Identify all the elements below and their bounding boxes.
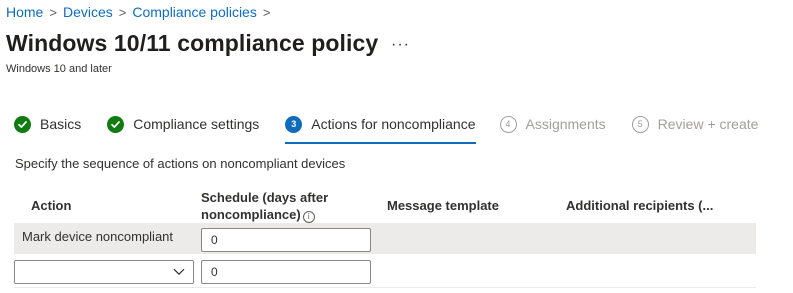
column-header-action: Action — [31, 198, 72, 213]
chevron-right-icon: > — [118, 4, 127, 20]
breadcrumb-devices-link[interactable]: Devices — [63, 4, 113, 20]
page-title: Windows 10/11 compliance policy — [6, 30, 379, 56]
chevron-down-icon — [173, 268, 185, 276]
checkmark-icon — [14, 115, 31, 133]
wizard-steps: Basics Compliance settings 3 Actions for… — [14, 112, 759, 144]
step-assignments[interactable]: 4 Assignments — [499, 112, 606, 136]
step-label: Actions for noncompliance — [311, 116, 476, 132]
breadcrumb: Home > Devices > Compliance policies > — [6, 3, 276, 21]
more-options-button[interactable]: ··· — [391, 36, 410, 54]
step-number-badge: 3 — [285, 115, 303, 133]
section-description: Specify the sequence of actions on nonco… — [15, 156, 346, 171]
step-review-create[interactable]: 5 Review + create — [631, 112, 759, 136]
step-compliance-settings[interactable]: Compliance settings — [107, 112, 259, 136]
action-cell: Mark device noncompliant — [22, 229, 174, 244]
info-icon[interactable]: i — [302, 210, 315, 223]
step-actions-for-noncompliance[interactable]: 3 Actions for noncompliance — [285, 112, 476, 144]
schedule-days-input[interactable] — [201, 260, 371, 284]
chevron-right-icon: > — [262, 4, 271, 20]
column-header-schedule: Schedule (days after noncompliance) i — [201, 189, 376, 223]
checkmark-icon — [107, 115, 125, 133]
step-basics[interactable]: Basics — [14, 112, 81, 136]
column-header-additional-recipients: Additional recipients (... — [566, 198, 714, 213]
step-label: Basics — [40, 116, 82, 132]
row-divider — [14, 287, 756, 288]
breadcrumb-home-link[interactable]: Home — [6, 4, 43, 20]
breadcrumb-compliance-policies-link[interactable]: Compliance policies — [132, 4, 257, 20]
action-dropdown[interactable] — [14, 260, 194, 284]
column-header-message-template: Message template — [387, 198, 499, 213]
step-label: Compliance settings — [133, 116, 260, 132]
step-number-badge: 4 — [499, 115, 517, 133]
schedule-days-input[interactable] — [201, 228, 371, 252]
step-label: Assignments — [525, 116, 606, 132]
step-label: Review + create — [657, 116, 759, 132]
step-number-badge: 5 — [631, 115, 649, 133]
page-subtitle: Windows 10 and later — [6, 63, 112, 75]
chevron-right-icon: > — [49, 4, 57, 20]
